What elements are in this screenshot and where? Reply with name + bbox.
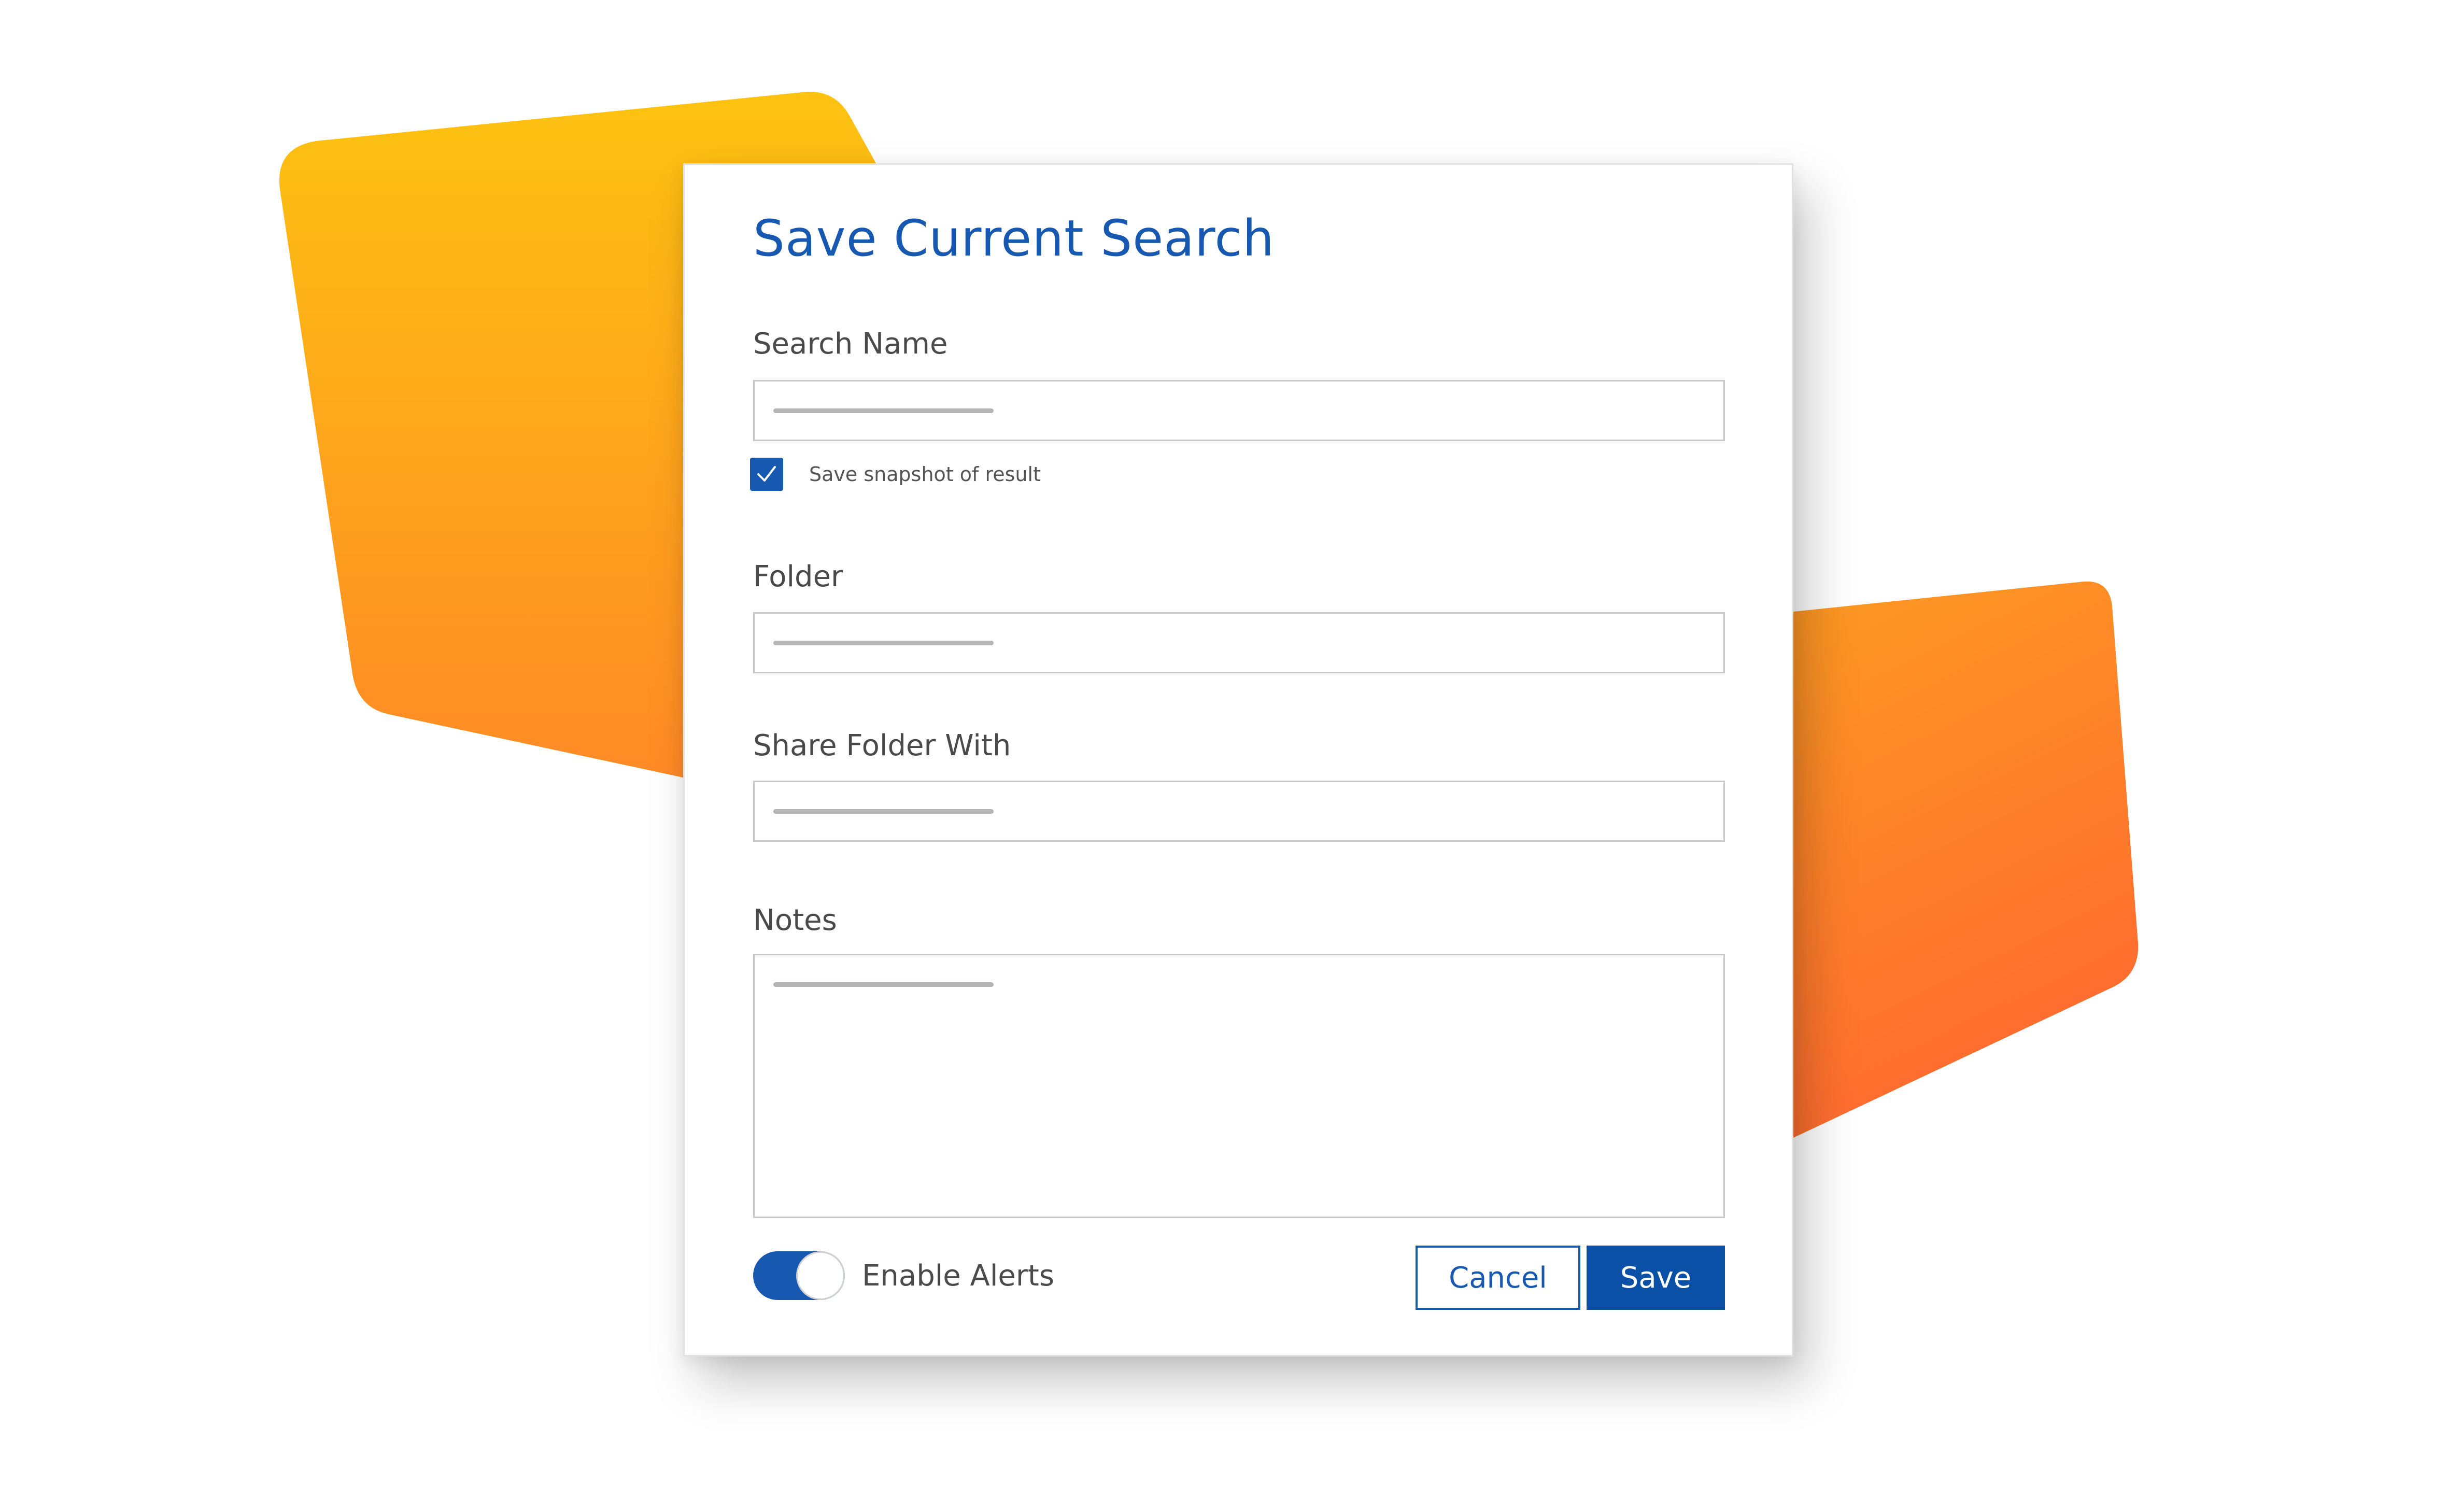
folder-label: Folder: [753, 560, 843, 594]
share-folder-label: Share Folder With: [753, 729, 1011, 762]
snapshot-option[interactable]: Save snapshot of result: [750, 457, 1041, 492]
right-orange-shape: [1793, 581, 2139, 1138]
snapshot-label: Save snapshot of result: [809, 463, 1041, 486]
stage: Save Current Search Search Name Save sna…: [0, 0, 2462, 1512]
dialog-title: Save Current Search: [753, 209, 1275, 267]
dialog-footer: Enable Alerts Cancel Save: [753, 1246, 1725, 1310]
notes-textarea[interactable]: [753, 954, 1725, 1218]
placeholder-line: [773, 982, 994, 987]
placeholder-line: [773, 641, 994, 645]
search-name-label: Search Name: [753, 327, 948, 361]
folder-input[interactable]: [753, 612, 1725, 673]
cancel-button[interactable]: Cancel: [1416, 1246, 1580, 1310]
toggle-knob: [796, 1251, 845, 1300]
search-name-input[interactable]: [753, 380, 1725, 441]
check-icon: [757, 466, 776, 482]
notes-label: Notes: [753, 903, 837, 937]
share-folder-input[interactable]: [753, 781, 1725, 842]
placeholder-line: [773, 408, 994, 413]
enable-alerts-toggle[interactable]: [753, 1251, 845, 1300]
save-button[interactable]: Save: [1587, 1246, 1725, 1310]
enable-alerts-label: Enable Alerts: [862, 1259, 1055, 1293]
save-search-dialog: Save Current Search Search Name Save sna…: [683, 163, 1793, 1356]
placeholder-line: [773, 809, 994, 814]
snapshot-checkbox[interactable]: [750, 458, 783, 491]
